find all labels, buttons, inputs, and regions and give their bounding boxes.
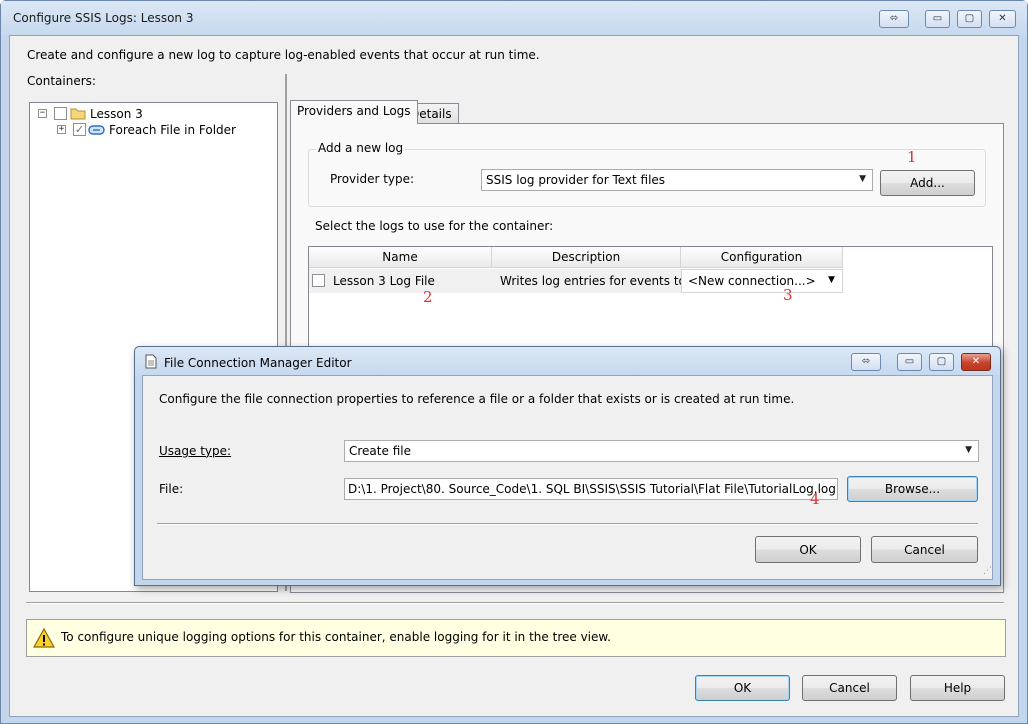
foreach-checkbox[interactable]: ✓: [73, 123, 86, 136]
add-log-group-label: Add a new log: [316, 141, 406, 155]
file-path-input[interactable]: D:\1. Project\80. Source_Code\1. SQL BI\…: [344, 478, 838, 500]
add-button[interactable]: Add...: [880, 170, 975, 196]
configuration-select[interactable]: <New connection...> ▼: [681, 269, 843, 293]
usage-type-value: Create file: [349, 444, 411, 458]
dialog-title-bar[interactable]: File Connection Manager Editor ⬄ ▭ ▢ ✕: [135, 347, 1000, 375]
dialog-client-area: Configure the file connection properties…: [142, 375, 993, 580]
log-row-checkbox[interactable]: [312, 274, 325, 287]
divider: [26, 602, 1004, 604]
chevron-down-icon: ▼: [859, 174, 866, 184]
close-button[interactable]: ✕: [961, 353, 991, 371]
annotation-3: 3: [783, 286, 793, 304]
loop-container-icon: [88, 125, 105, 135]
usage-type-select[interactable]: Create file ▼: [344, 440, 979, 462]
dialog-description: Create and configure a new log to captur…: [27, 48, 540, 62]
maximize-button[interactable]: ▢: [957, 10, 982, 28]
warning-icon: [33, 628, 55, 648]
restore-size-button[interactable]: ⬄: [851, 353, 881, 371]
ok-button[interactable]: OK: [695, 675, 790, 701]
file-label: File:: [159, 482, 184, 496]
tab-providers-and-logs[interactable]: Providers and Logs: [290, 100, 418, 124]
help-button[interactable]: Help: [910, 675, 1005, 701]
annotation-4: 4: [810, 490, 820, 508]
select-logs-label: Select the logs to use for the container…: [315, 219, 554, 233]
usage-type-label: Usage type:: [159, 444, 232, 458]
provider-type-value: SSIS log provider for Text files: [486, 173, 666, 187]
containers-label: Containers:: [27, 74, 96, 88]
provider-type-label: Provider type:: [330, 172, 415, 186]
window-title: Configure SSIS Logs: Lesson 3: [13, 11, 194, 25]
resize-grip-icon[interactable]: ⋰: [983, 566, 992, 576]
provider-type-select[interactable]: SSIS log provider for Text files ▼: [481, 169, 873, 191]
file-connection-manager-dialog: File Connection Manager Editor ⬄ ▭ ▢ ✕ C…: [134, 346, 1001, 586]
expand-icon[interactable]: +: [57, 125, 66, 134]
browse-button[interactable]: Browse...: [847, 476, 978, 502]
close-button[interactable]: ✕: [989, 10, 1016, 28]
tree-item-foreach[interactable]: Foreach File in Folder: [109, 123, 236, 137]
collapse-icon[interactable]: −: [38, 109, 47, 118]
file-path-value: D:\1. Project\80. Source_Code\1. SQL BI\…: [348, 482, 836, 496]
info-message: To configure unique logging options for …: [61, 630, 611, 644]
dialog-ok-button[interactable]: OK: [755, 536, 861, 563]
restore-size-button[interactable]: ⬄: [879, 10, 909, 28]
folder-icon: [70, 108, 86, 120]
cancel-button[interactable]: Cancel: [802, 675, 897, 701]
table-row[interactable]: Lesson 3 Log File Writes log entries for…: [309, 269, 843, 293]
dialog-description: Configure the file connection properties…: [159, 392, 795, 406]
divider: [157, 523, 978, 525]
chevron-down-icon: ▼: [965, 445, 972, 455]
minimize-button[interactable]: ▭: [897, 353, 922, 371]
column-name[interactable]: Name: [309, 247, 492, 268]
lesson3-checkbox[interactable]: [54, 107, 67, 120]
annotation-1: 1: [907, 148, 917, 166]
log-row-name: Lesson 3 Log File: [333, 274, 435, 288]
tree-item-lesson3[interactable]: Lesson 3: [90, 107, 143, 121]
log-row-description: Writes log entries for events to ...: [500, 274, 702, 288]
annotation-2: 2: [423, 288, 433, 306]
file-icon: [145, 354, 157, 369]
dialog-cancel-button[interactable]: Cancel: [871, 536, 978, 563]
title-bar[interactable]: Configure SSIS Logs: Lesson 3 ⬄ ▭ ▢ ✕: [1, 1, 1027, 35]
chevron-down-icon: ▼: [828, 275, 835, 285]
minimize-button[interactable]: ▭: [925, 10, 950, 28]
log-row-configuration: <New connection...>: [688, 274, 816, 288]
info-bar: To configure unique logging options for …: [26, 619, 1006, 657]
column-configuration[interactable]: Configuration: [681, 247, 843, 268]
column-description[interactable]: Description: [492, 247, 681, 268]
dialog-title: File Connection Manager Editor: [164, 356, 352, 370]
maximize-button[interactable]: ▢: [929, 353, 954, 371]
